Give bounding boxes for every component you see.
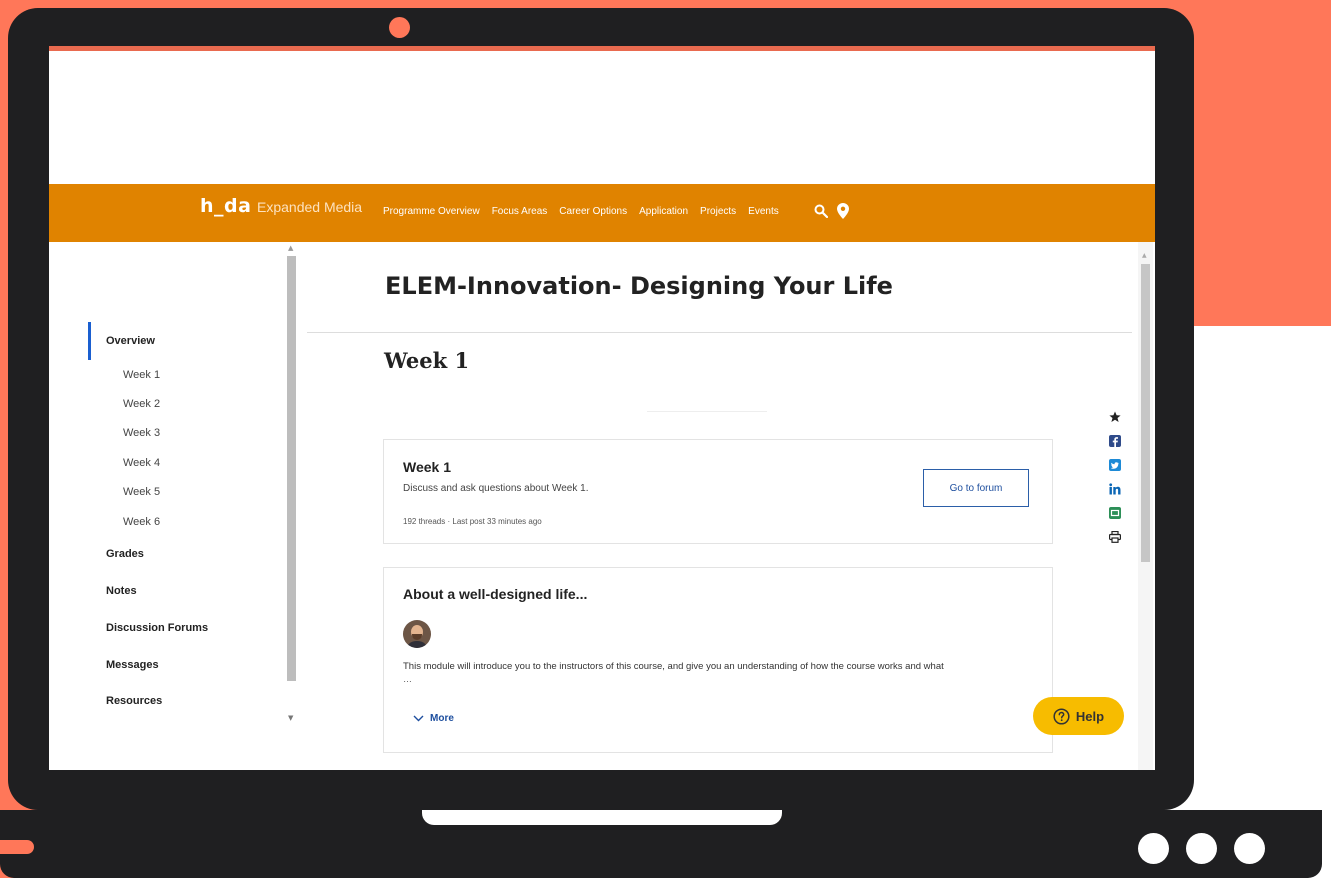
sidebar-scroll-down-icon[interactable]: ▼ (288, 714, 293, 722)
star-icon[interactable] (1109, 411, 1121, 423)
twitter-icon[interactable] (1109, 459, 1121, 471)
active-indicator (88, 322, 91, 360)
email-icon[interactable] (1109, 507, 1121, 519)
top-navigation: h_da Expanded Media Programme Overview F… (49, 184, 1155, 242)
location-pin-icon[interactable] (837, 203, 849, 219)
chevron-down-icon (413, 715, 424, 722)
browser-screen: h_da Expanded Media Programme Overview F… (49, 46, 1155, 770)
sidebar-item-week-5[interactable]: Week 5 (123, 486, 160, 498)
more-link-label: More (430, 713, 454, 724)
week-heading: Week 1 (384, 348, 470, 373)
about-card: About a well-designed life... This modul… (383, 567, 1053, 753)
course-title: ELEM-Innovation- Designing Your Life (385, 272, 893, 300)
camera-dot (389, 17, 410, 38)
sidebar-item-week-4[interactable]: Week 4 (123, 457, 160, 469)
site-logo[interactable]: h_da (200, 195, 251, 217)
question-circle-icon (1053, 707, 1070, 725)
nav-focus-areas[interactable]: Focus Areas (492, 206, 548, 217)
go-to-forum-button[interactable]: Go to forum (923, 469, 1029, 507)
sidebar-scrollbar[interactable] (287, 256, 296, 681)
search-icon[interactable] (814, 204, 828, 218)
nav-projects[interactable]: Projects (700, 206, 736, 217)
sidebar-item-week-2[interactable]: Week 2 (123, 398, 160, 410)
forum-card-title: Week 1 (403, 459, 451, 475)
base-accent (0, 840, 34, 854)
nav-programme-overview[interactable]: Programme Overview (383, 206, 480, 217)
sidebar-item-resources[interactable]: Resources (106, 695, 162, 707)
instructor-avatar (403, 620, 431, 648)
nav-events[interactable]: Events (748, 206, 779, 217)
about-card-text: This module will introduce you to the in… (403, 661, 944, 672)
decorative-dot (1138, 833, 1169, 864)
sidebar-item-discussion-forums[interactable]: Discussion Forums (106, 622, 208, 634)
print-icon[interactable] (1109, 531, 1121, 543)
nav-links: Programme Overview Focus Areas Career Op… (383, 206, 779, 217)
decorative-dot (1186, 833, 1217, 864)
about-card-title: About a well-designed life... (403, 586, 588, 602)
sidebar-item-grades[interactable]: Grades (106, 548, 144, 560)
main-scrollbar-thumb[interactable] (1141, 264, 1150, 562)
sidebar-scroll-up-icon[interactable]: ▲ (288, 244, 293, 252)
laptop-notch (422, 810, 782, 825)
nav-career-options[interactable]: Career Options (559, 206, 627, 217)
forum-card-description: Discuss and ask questions about Week 1. (403, 483, 589, 494)
main-scroll-up-icon[interactable]: ▲ (1142, 252, 1147, 259)
course-sidebar: Overview Week 1 Week 2 Week 3 Week 4 Wee… (49, 242, 299, 770)
sidebar-item-week-3[interactable]: Week 3 (123, 427, 160, 439)
facebook-icon[interactable] (1109, 435, 1121, 447)
decorative-dot (1234, 833, 1265, 864)
screen-top-line (49, 46, 1155, 51)
title-divider (307, 332, 1132, 333)
sidebar-item-week-6[interactable]: Week 6 (123, 516, 160, 528)
nav-application[interactable]: Application (639, 206, 688, 217)
forum-card: Week 1 Discuss and ask questions about W… (383, 439, 1053, 544)
divider (647, 411, 767, 412)
forum-card-meta: 192 threads · Last post 33 minutes ago (403, 517, 542, 526)
about-card-ellipsis: … (403, 674, 412, 684)
linkedin-icon[interactable] (1109, 483, 1121, 495)
help-button-label: Help (1075, 708, 1105, 724)
sidebar-item-week-1[interactable]: Week 1 (123, 369, 160, 381)
more-link[interactable]: More (413, 713, 454, 724)
sidebar-item-overview[interactable]: Overview (106, 335, 155, 347)
site-name[interactable]: Expanded Media (257, 199, 362, 215)
sidebar-item-messages[interactable]: Messages (106, 659, 159, 671)
help-button[interactable]: Help (1033, 697, 1124, 735)
sidebar-item-notes[interactable]: Notes (106, 585, 137, 597)
